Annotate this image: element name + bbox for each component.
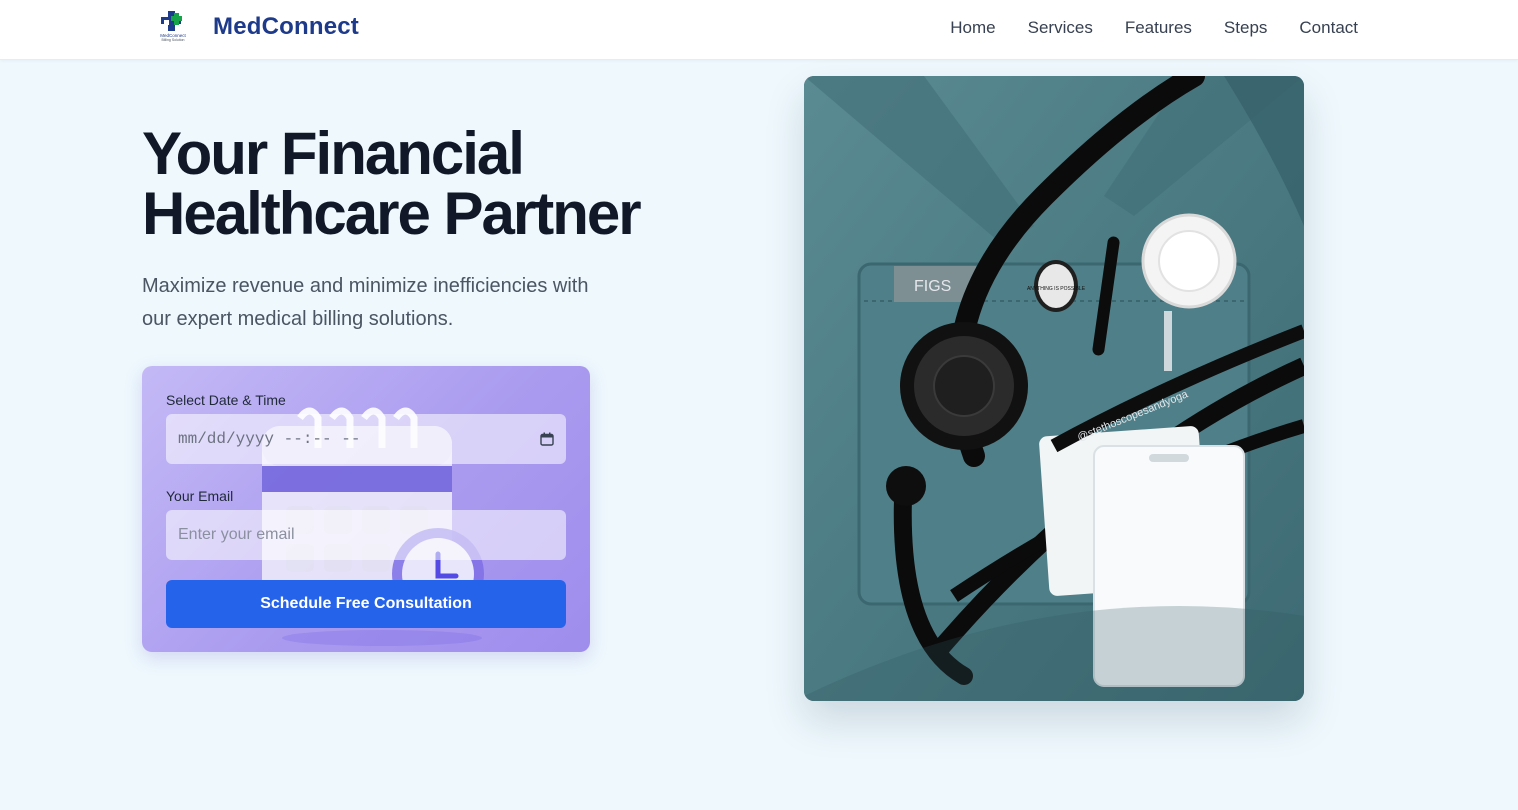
datetime-input[interactable]: mm/dd/yyyy --:-- -- — [166, 414, 566, 464]
datetime-placeholder: mm/dd/yyyy --:-- -- — [178, 430, 361, 448]
hero-subtitle-line2: our expert medical billing solutions. — [142, 308, 454, 330]
nav-services[interactable]: Services — [1028, 18, 1093, 38]
hero-subtitle: Maximize revenue and minimize inefficien… — [142, 270, 642, 336]
pin-text: ANYTHING IS POSSIBLE — [1027, 286, 1086, 292]
datetime-label: Select Date & Time — [166, 392, 286, 408]
pocket-tag-text: FIGS — [914, 278, 951, 295]
logo-tagline: Billing Solution — [161, 38, 185, 42]
hero-subtitle-line1: Maximize revenue and minimize inefficien… — [142, 275, 589, 297]
email-label: Your Email — [166, 488, 234, 504]
nav-contact[interactable]: Contact — [1299, 18, 1358, 38]
email-field[interactable] — [166, 510, 566, 560]
hero-title: Your Financial Healthcare Partner — [142, 124, 742, 244]
main-nav: Home Services Features Steps Contact — [950, 18, 1358, 38]
calendar-icon[interactable] — [540, 432, 554, 446]
schedule-consultation-button[interactable]: Schedule Free Consultation — [166, 580, 566, 628]
nav-home[interactable]: Home — [950, 18, 995, 38]
hero-title-line2: Healthcare Partner — [142, 180, 642, 247]
brand-name[interactable]: MedConnect — [213, 13, 359, 41]
navbar: MedConnect Billing Solution MedConnect H… — [0, 0, 1518, 60]
nav-steps[interactable]: Steps — [1224, 18, 1267, 38]
nav-features[interactable]: Features — [1125, 18, 1192, 38]
hero-title-line1: Your Financial — [142, 120, 525, 187]
hero-photo: FIGS ANYTHING IS POSSIBLE @stethoscopesa… — [804, 76, 1304, 701]
consultation-form: Select Date & Time mm/dd/yyyy --:-- -- Y… — [142, 366, 590, 652]
